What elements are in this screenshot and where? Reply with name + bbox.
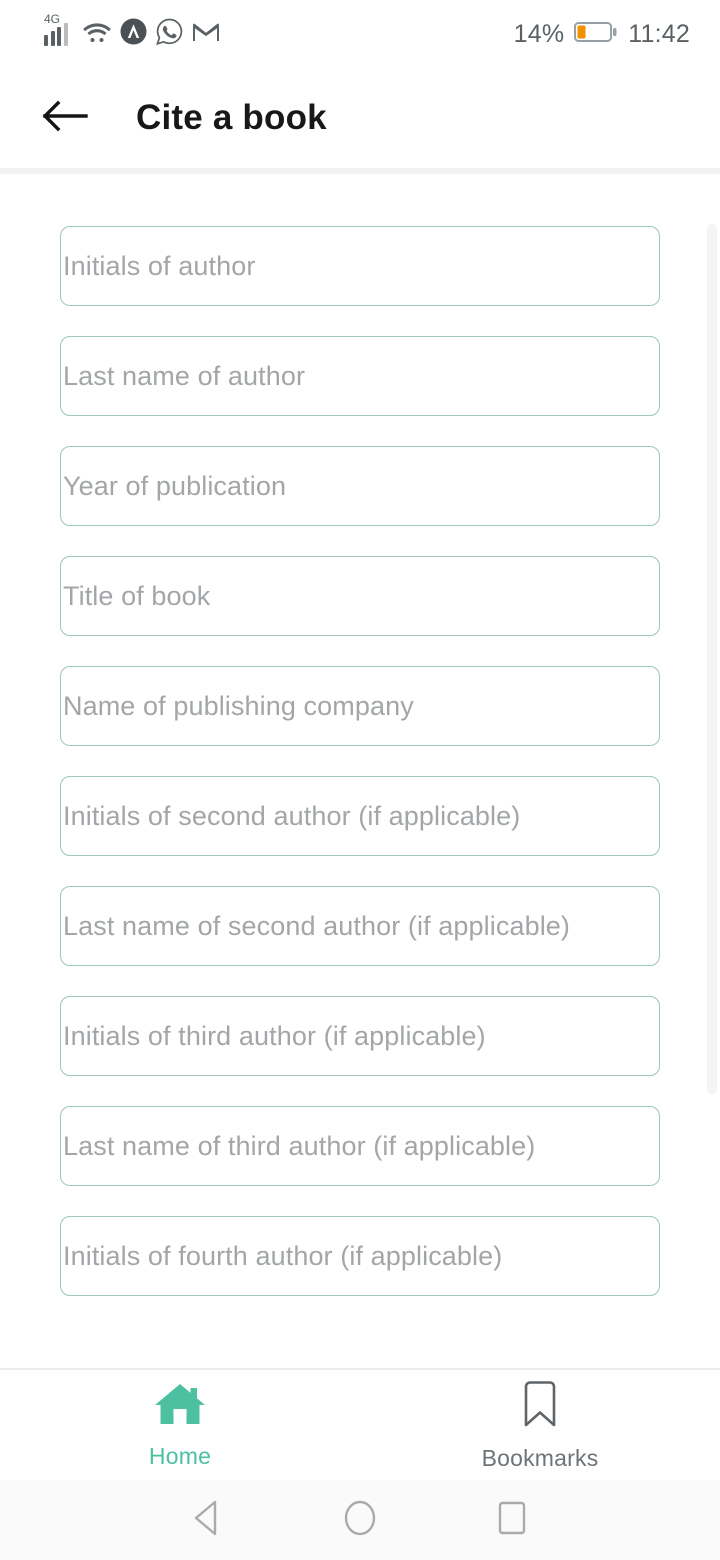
citation-form: Initials of author Last name of author Y… [0,226,720,1296]
field-placeholder: Title of book [63,580,211,611]
phone-screen: 4G 14% 11:42 Cite a book Initials of aut… [0,0,720,1560]
app-bar: Cite a book [0,68,720,168]
status-bar-right-info: 14% 11:42 [514,20,690,49]
nav-item-label: Home [148,1443,212,1469]
battery-icon [574,20,618,49]
field-last-name-third-author[interactable]: Last name of third author (if applicable… [60,1106,660,1186]
field-placeholder: Initials of fourth author (if applicable… [63,1240,503,1271]
form-scroll-area[interactable]: Initials of author Last name of author Y… [0,174,720,1368]
field-publishing-company[interactable]: Name of publishing company [60,666,660,746]
field-last-name-of-author[interactable]: Last name of author [60,336,660,416]
field-placeholder: Last name of author [63,360,306,391]
nav-item-bookmarks[interactable]: Bookmarks [360,1378,720,1472]
android-recents-button[interactable] [436,1499,588,1542]
battery-percent-label: 14% [513,19,565,48]
field-placeholder: Last name of third author (if applicable… [63,1130,536,1161]
vertical-scrollbar[interactable] [707,224,717,1094]
status-bar-left-icons: 4G [44,13,220,50]
field-year-of-publication[interactable]: Year of publication [60,446,660,526]
android-system-nav [0,1480,720,1560]
bookmark-icon [518,1378,562,1435]
gmail-icon [192,21,220,48]
clock-label: 11:42 [628,19,690,48]
field-initials-of-author[interactable]: Initials of author [60,226,660,306]
back-button[interactable] [34,87,96,149]
status-bar: 4G 14% 11:42 [0,0,720,68]
nav-item-label: Bookmarks [481,1445,599,1471]
field-placeholder: Initials of third author (if applicable) [63,1020,486,1051]
field-placeholder: Initials of second author (if applicable… [63,800,521,831]
field-initials-third-author[interactable]: Initials of third author (if applicable) [60,996,660,1076]
field-title-of-book[interactable]: Title of book [60,556,660,636]
field-placeholder: Name of publishing company [63,690,414,721]
field-initials-second-author[interactable]: Initials of second author (if applicable… [60,776,660,856]
square-recents-icon [495,1499,529,1542]
nav-item-home[interactable]: Home [0,1380,360,1470]
field-placeholder: Initials of author [63,250,256,281]
field-placeholder: Year of publication [63,470,287,501]
android-home-button[interactable] [284,1498,436,1543]
home-icon [152,1380,208,1433]
circle-home-icon [342,1498,378,1543]
wifi-icon [83,20,111,49]
avast-icon [120,18,147,50]
network-type-label: 4G [44,12,61,26]
field-placeholder: Last name of second author (if applicabl… [63,910,570,941]
whatsapp-icon [156,18,183,50]
field-initials-fourth-author[interactable]: Initials of fourth author (if applicable… [60,1216,660,1296]
signal-icon: 4G [44,13,74,46]
page-title: Cite a book [136,98,327,137]
bottom-navigation: Home Bookmarks [0,1368,720,1480]
back-arrow-icon [42,98,88,139]
triangle-back-icon [191,1500,225,1541]
android-back-button[interactable] [132,1500,284,1541]
field-last-name-second-author[interactable]: Last name of second author (if applicabl… [60,886,660,966]
